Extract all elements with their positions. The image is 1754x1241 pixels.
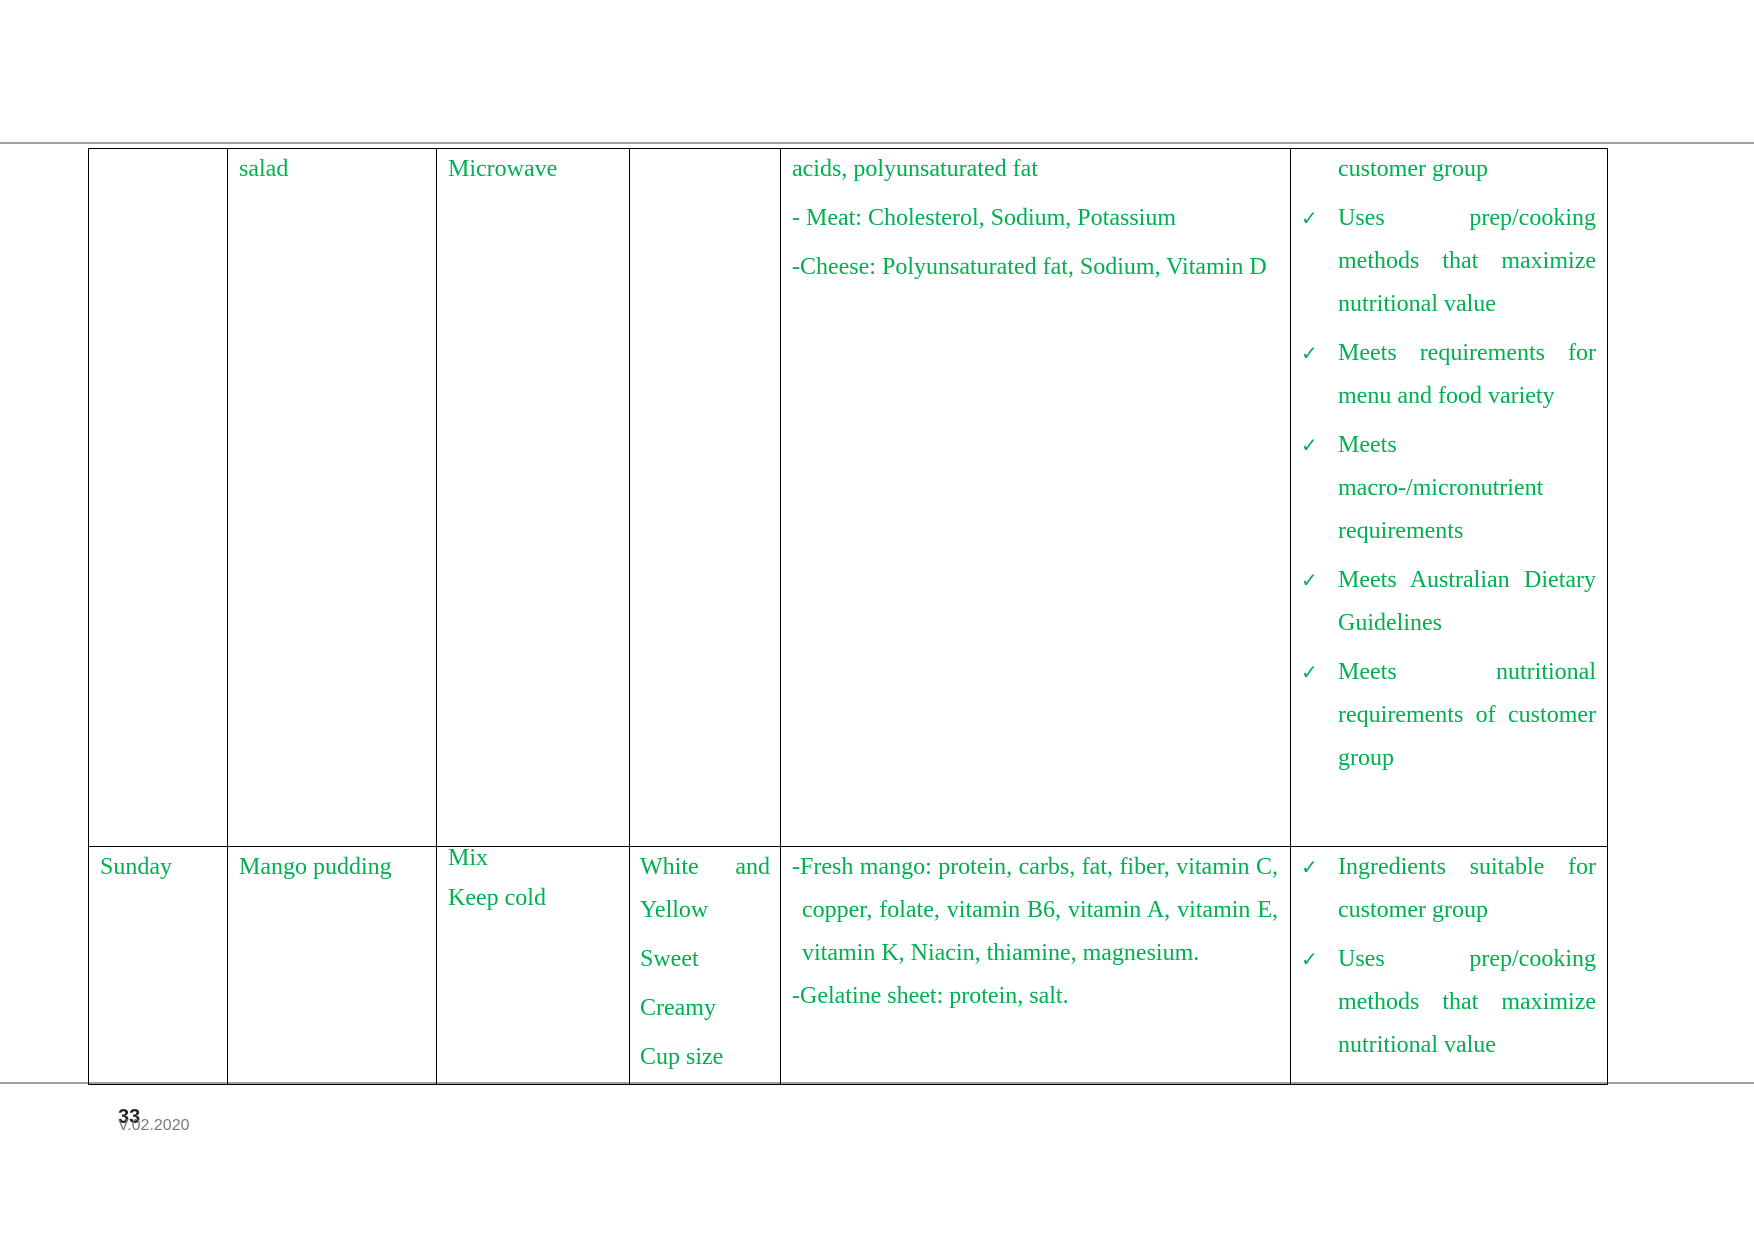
dish-cell: Mango pudding [239, 854, 392, 880]
dish-cell: salad [239, 156, 289, 182]
col-border [227, 148, 228, 1085]
day-cell: Sunday [100, 854, 172, 880]
method-cell: Mix Keep cold [448, 840, 623, 920]
criteria-item: ✓ Meets requirements for menu and food va… [1301, 332, 1596, 418]
description-line: Creamy [640, 995, 716, 1021]
header-rule [0, 142, 1754, 144]
description-line: White and Yellow [640, 854, 770, 923]
criteria-item: ✓ Meets Australian Dietary Guidelines [1301, 559, 1596, 645]
version-label: V.02.2020 [118, 1117, 190, 1134]
nutrient-line: -Gelatine sheet: protein, salt. [792, 983, 1069, 1009]
criteria-text: Uses prep/cooking methods that maximize … [1338, 205, 1596, 317]
criteria-cell: ✓ Ingredients suitable for customer group… [1301, 846, 1596, 1073]
criteria-item: ✓ Ingredients suitable for customer group [1301, 846, 1596, 932]
nutrients-cell: -Fresh mango: protein, carbs, fat, fiber… [792, 846, 1278, 1024]
criteria-text: Meets Australian Dietary Guidelines [1338, 567, 1596, 636]
criteria-item: ✓ Uses prep/cooking methods that maximize… [1301, 197, 1596, 326]
criteria-text: Uses prep/cooking methods that maximize … [1338, 946, 1596, 1058]
col-border [436, 148, 437, 1085]
check-mark-icon: ✓ [1301, 433, 1318, 457]
criteria-item: ✓ Meets macro-/micronutrient requirements [1301, 424, 1596, 553]
table-border-bottom [88, 1084, 1607, 1085]
nutrients-cell: acids, polyunsaturated fat - Meat: Chole… [792, 148, 1278, 295]
criteria-cell: customer group ✓ Uses prep/cooking method… [1301, 148, 1596, 786]
nutrient-line: acids, polyunsaturated fat [792, 156, 1038, 182]
criteria-text: Meets macro-/micronutrient requirements [1338, 432, 1544, 544]
description-line: Cup size [640, 1044, 724, 1070]
description-line: Sweet [640, 946, 699, 972]
criteria-continued: customer group [1338, 156, 1488, 182]
col-border [780, 148, 781, 1085]
method-line: Mix [448, 845, 489, 871]
nutrient-line: -Cheese: Polyunsaturated fat, Sodium, Vi… [792, 254, 1267, 280]
nutrient-line: - Meat: Cholesterol, Sodium, Potassium [792, 205, 1176, 231]
criteria-text: Meets nutritional requirements of custom… [1338, 659, 1596, 771]
col-border [629, 148, 630, 1085]
check-mark-icon: ✓ [1301, 568, 1318, 592]
check-mark-icon: ✓ [1301, 855, 1318, 879]
check-mark-icon: ✓ [1301, 660, 1318, 684]
description-cell: White and Yellow Sweet Creamy Cup size [640, 846, 770, 1085]
check-mark-icon: ✓ [1301, 206, 1318, 230]
check-mark-icon: ✓ [1301, 341, 1318, 365]
check-mark-icon: ✓ [1301, 947, 1318, 971]
method-line: Keep cold [448, 885, 546, 911]
criteria-text: Ingredients suitable for customer group [1338, 854, 1596, 923]
method-cell: Microwave [448, 156, 558, 182]
criteria-item: ✓ Uses prep/cooking methods that maximize… [1301, 938, 1596, 1067]
col-border [88, 148, 89, 1085]
col-border [1607, 148, 1608, 1085]
col-border [1290, 148, 1291, 1085]
criteria-item: ✓ Meets nutritional requirements of custo… [1301, 651, 1596, 780]
nutrient-line: -Fresh mango: protein, carbs, fat, fiber… [792, 854, 1278, 966]
criteria-text: Meets requirements for menu and food var… [1338, 340, 1596, 409]
